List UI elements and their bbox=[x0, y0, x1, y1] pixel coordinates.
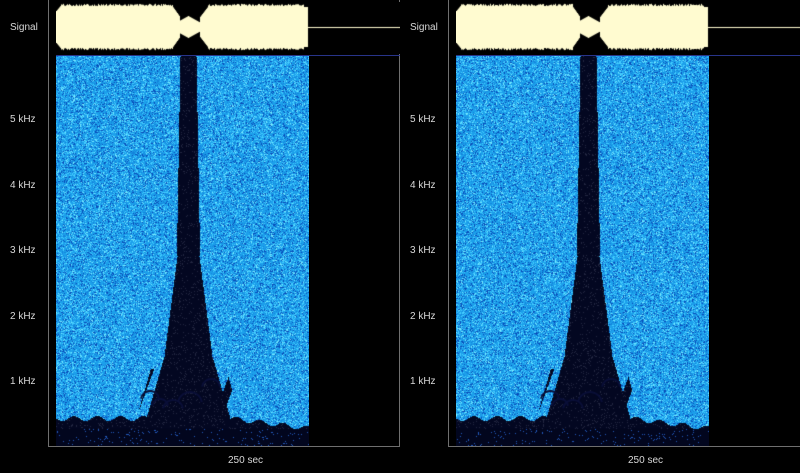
left-panel-border-left bbox=[48, 0, 49, 446]
freq-label-5khz-right: 5 kHz bbox=[410, 114, 436, 125]
freq-label-3khz-right: 3 kHz bbox=[410, 245, 436, 256]
signal-label-left: Signal bbox=[10, 22, 38, 33]
freq-label-1khz-right: 1 kHz bbox=[410, 376, 436, 387]
right-panel-border-bottom bbox=[448, 446, 800, 447]
right-panel-border-left bbox=[448, 0, 449, 446]
spectrogram-canvas-right bbox=[456, 56, 709, 446]
freq-label-3khz-left: 3 kHz bbox=[10, 245, 36, 256]
left-panel-border-bottom bbox=[48, 446, 400, 447]
time-label-right: 250 sec bbox=[628, 455, 664, 466]
signal-label-right: Signal bbox=[410, 22, 438, 33]
freq-label-4khz-left: 4 kHz bbox=[10, 180, 36, 191]
freq-label-5khz-left: 5 kHz bbox=[10, 114, 36, 125]
freq-label-1khz-left: 1 kHz bbox=[10, 376, 36, 387]
time-label-left: 250 sec bbox=[228, 455, 264, 466]
waveform-canvas-left bbox=[56, 2, 400, 54]
right-spectrogram-panel: Signal 5 kHz 4 kHz 3 kHz 2 kHz 1 kHz 250… bbox=[400, 0, 800, 473]
freq-label-2khz-left: 2 kHz bbox=[10, 311, 36, 322]
freq-label-4khz-right: 4 kHz bbox=[410, 180, 436, 191]
spectrogram-canvas-left bbox=[56, 56, 309, 446]
waveform-canvas-right bbox=[456, 2, 800, 54]
freq-label-2khz-right: 2 kHz bbox=[410, 311, 436, 322]
left-spectrogram-panel: Signal 5 kHz 4 kHz 3 kHz 2 kHz 1 kHz 250… bbox=[0, 0, 400, 473]
